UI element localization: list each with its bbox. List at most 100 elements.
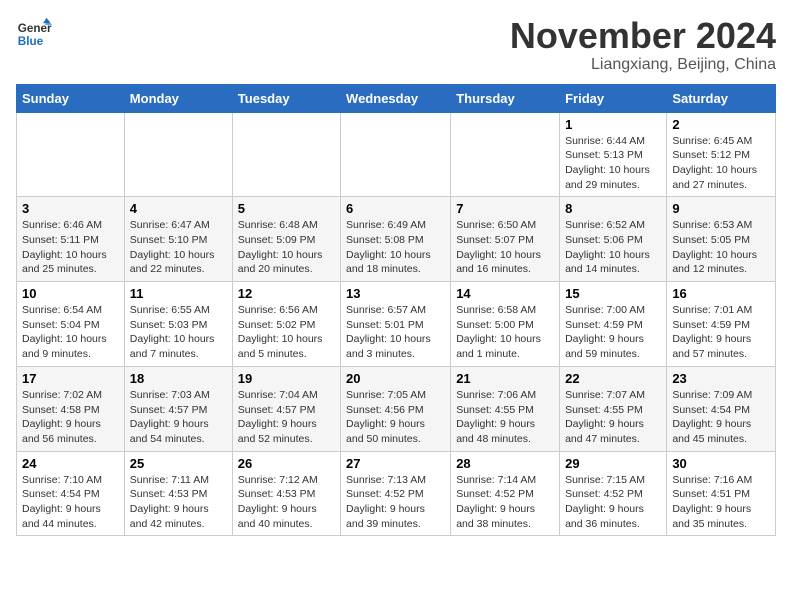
day-detail: Sunrise: 7:05 AM Sunset: 4:56 PM Dayligh… xyxy=(346,388,445,447)
calendar-cell: 5 Sunrise: 6:48 AM Sunset: 5:09 PM Daylig… xyxy=(232,197,340,282)
calendar-cell: 18 Sunrise: 7:03 AM Sunset: 4:57 PM Dayli… xyxy=(124,366,232,451)
calendar-cell xyxy=(17,112,125,197)
day-number: 14 xyxy=(456,286,554,301)
calendar-day-header: Saturday xyxy=(667,84,776,112)
day-number: 7 xyxy=(456,201,554,216)
day-detail: Sunrise: 7:02 AM Sunset: 4:58 PM Dayligh… xyxy=(22,388,119,447)
day-detail: Sunrise: 6:48 AM Sunset: 5:09 PM Dayligh… xyxy=(238,218,335,277)
day-detail: Sunrise: 7:12 AM Sunset: 4:53 PM Dayligh… xyxy=(238,473,335,532)
day-number: 28 xyxy=(456,456,554,471)
calendar-week-row: 3Sunrise: 6:46 AM Sunset: 5:11 PM Daylig… xyxy=(17,197,776,282)
day-detail: Sunrise: 7:10 AM Sunset: 4:54 PM Dayligh… xyxy=(22,473,119,532)
day-number: 20 xyxy=(346,371,445,386)
day-number: 30 xyxy=(672,456,770,471)
day-number: 23 xyxy=(672,371,770,386)
day-number: 3 xyxy=(22,201,119,216)
day-detail: Sunrise: 6:45 AM Sunset: 5:12 PM Dayligh… xyxy=(672,134,770,193)
calendar-cell: 4 Sunrise: 6:47 AM Sunset: 5:10 PM Daylig… xyxy=(124,197,232,282)
header: General Blue November 2024 Liangxiang, B… xyxy=(16,16,776,74)
calendar-cell xyxy=(341,112,451,197)
calendar-cell: 24 Sunrise: 7:10 AM Sunset: 4:54 PM Dayli… xyxy=(17,451,125,536)
calendar-body: 1 Sunrise: 6:44 AM Sunset: 5:13 PM Daylig… xyxy=(17,112,776,536)
calendar-day-header: Wednesday xyxy=(341,84,451,112)
day-detail: Sunrise: 6:57 AM Sunset: 5:01 PM Dayligh… xyxy=(346,303,445,362)
calendar-cell: 11Sunrise: 6:55 AM Sunset: 5:03 PM Dayli… xyxy=(124,282,232,367)
logo-icon: General Blue xyxy=(16,16,52,52)
day-detail: Sunrise: 6:52 AM Sunset: 5:06 PM Dayligh… xyxy=(565,218,661,277)
day-number: 9 xyxy=(672,201,770,216)
day-number: 2 xyxy=(672,117,770,132)
day-detail: Sunrise: 6:53 AM Sunset: 5:05 PM Dayligh… xyxy=(672,218,770,277)
calendar-cell: 15Sunrise: 7:00 AM Sunset: 4:59 PM Dayli… xyxy=(560,282,667,367)
day-number: 18 xyxy=(130,371,227,386)
day-detail: Sunrise: 7:09 AM Sunset: 4:54 PM Dayligh… xyxy=(672,388,770,447)
svg-text:Blue: Blue xyxy=(18,35,44,48)
calendar-cell: 20 Sunrise: 7:05 AM Sunset: 4:56 PM Dayli… xyxy=(341,366,451,451)
calendar-day-header: Friday xyxy=(560,84,667,112)
day-number: 5 xyxy=(238,201,335,216)
calendar-cell: 16 Sunrise: 7:01 AM Sunset: 4:59 PM Dayli… xyxy=(667,282,776,367)
calendar-cell: 6Sunrise: 6:49 AM Sunset: 5:08 PM Daylig… xyxy=(341,197,451,282)
day-number: 21 xyxy=(456,371,554,386)
calendar-day-header: Sunday xyxy=(17,84,125,112)
day-detail: Sunrise: 6:54 AM Sunset: 5:04 PM Dayligh… xyxy=(22,303,119,362)
day-detail: Sunrise: 6:44 AM Sunset: 5:13 PM Dayligh… xyxy=(565,134,661,193)
calendar-cell xyxy=(124,112,232,197)
day-detail: Sunrise: 6:49 AM Sunset: 5:08 PM Dayligh… xyxy=(346,218,445,277)
day-number: 10 xyxy=(22,286,119,301)
title-area: November 2024 Liangxiang, Beijing, China xyxy=(510,16,776,74)
day-detail: Sunrise: 7:01 AM Sunset: 4:59 PM Dayligh… xyxy=(672,303,770,362)
calendar-day-header: Thursday xyxy=(451,84,560,112)
calendar-cell: 7 Sunrise: 6:50 AM Sunset: 5:07 PM Daylig… xyxy=(451,197,560,282)
calendar-cell: 23 Sunrise: 7:09 AM Sunset: 4:54 PM Dayli… xyxy=(667,366,776,451)
day-number: 15 xyxy=(565,286,661,301)
day-number: 22 xyxy=(565,371,661,386)
day-detail: Sunrise: 7:14 AM Sunset: 4:52 PM Dayligh… xyxy=(456,473,554,532)
day-detail: Sunrise: 6:55 AM Sunset: 5:03 PM Dayligh… xyxy=(130,303,227,362)
logo: General Blue xyxy=(16,16,52,52)
calendar-day-header: Tuesday xyxy=(232,84,340,112)
day-detail: Sunrise: 7:11 AM Sunset: 4:53 PM Dayligh… xyxy=(130,473,227,532)
calendar-week-row: 10 Sunrise: 6:54 AM Sunset: 5:04 PM Dayli… xyxy=(17,282,776,367)
calendar-cell: 8Sunrise: 6:52 AM Sunset: 5:06 PM Daylig… xyxy=(560,197,667,282)
calendar-week-row: 17Sunrise: 7:02 AM Sunset: 4:58 PM Dayli… xyxy=(17,366,776,451)
day-detail: Sunrise: 6:56 AM Sunset: 5:02 PM Dayligh… xyxy=(238,303,335,362)
calendar-cell: 22 Sunrise: 7:07 AM Sunset: 4:55 PM Dayli… xyxy=(560,366,667,451)
calendar-cell: 1 Sunrise: 6:44 AM Sunset: 5:13 PM Daylig… xyxy=(560,112,667,197)
day-detail: Sunrise: 6:50 AM Sunset: 5:07 PM Dayligh… xyxy=(456,218,554,277)
calendar-week-row: 1 Sunrise: 6:44 AM Sunset: 5:13 PM Daylig… xyxy=(17,112,776,197)
day-detail: Sunrise: 7:03 AM Sunset: 4:57 PM Dayligh… xyxy=(130,388,227,447)
calendar-cell: 9 Sunrise: 6:53 AM Sunset: 5:05 PM Daylig… xyxy=(667,197,776,282)
calendar-cell: 29Sunrise: 7:15 AM Sunset: 4:52 PM Dayli… xyxy=(560,451,667,536)
calendar-cell: 30 Sunrise: 7:16 AM Sunset: 4:51 PM Dayli… xyxy=(667,451,776,536)
calendar-cell: 25Sunrise: 7:11 AM Sunset: 4:53 PM Dayli… xyxy=(124,451,232,536)
day-number: 19 xyxy=(238,371,335,386)
day-number: 4 xyxy=(130,201,227,216)
calendar-cell: 21Sunrise: 7:06 AM Sunset: 4:55 PM Dayli… xyxy=(451,366,560,451)
calendar-cell xyxy=(451,112,560,197)
calendar-cell: 28 Sunrise: 7:14 AM Sunset: 4:52 PM Dayli… xyxy=(451,451,560,536)
calendar-cell: 19 Sunrise: 7:04 AM Sunset: 4:57 PM Dayli… xyxy=(232,366,340,451)
calendar-cell: 27 Sunrise: 7:13 AM Sunset: 4:52 PM Dayli… xyxy=(341,451,451,536)
calendar-cell: 12Sunrise: 6:56 AM Sunset: 5:02 PM Dayli… xyxy=(232,282,340,367)
day-detail: Sunrise: 7:15 AM Sunset: 4:52 PM Dayligh… xyxy=(565,473,661,532)
day-number: 13 xyxy=(346,286,445,301)
day-number: 24 xyxy=(22,456,119,471)
location: Liangxiang, Beijing, China xyxy=(510,56,776,74)
day-number: 26 xyxy=(238,456,335,471)
day-detail: Sunrise: 6:47 AM Sunset: 5:10 PM Dayligh… xyxy=(130,218,227,277)
day-detail: Sunrise: 7:13 AM Sunset: 4:52 PM Dayligh… xyxy=(346,473,445,532)
day-detail: Sunrise: 7:16 AM Sunset: 4:51 PM Dayligh… xyxy=(672,473,770,532)
calendar-header-row: SundayMondayTuesdayWednesdayThursdayFrid… xyxy=(17,84,776,112)
calendar-table: SundayMondayTuesdayWednesdayThursdayFrid… xyxy=(16,84,776,537)
day-detail: Sunrise: 7:07 AM Sunset: 4:55 PM Dayligh… xyxy=(565,388,661,447)
day-number: 16 xyxy=(672,286,770,301)
day-number: 27 xyxy=(346,456,445,471)
calendar-week-row: 24 Sunrise: 7:10 AM Sunset: 4:54 PM Dayli… xyxy=(17,451,776,536)
calendar-cell: 14Sunrise: 6:58 AM Sunset: 5:00 PM Dayli… xyxy=(451,282,560,367)
calendar-cell xyxy=(232,112,340,197)
calendar-day-header: Monday xyxy=(124,84,232,112)
month-title: November 2024 xyxy=(510,16,776,56)
day-detail: Sunrise: 7:04 AM Sunset: 4:57 PM Dayligh… xyxy=(238,388,335,447)
day-number: 1 xyxy=(565,117,661,132)
